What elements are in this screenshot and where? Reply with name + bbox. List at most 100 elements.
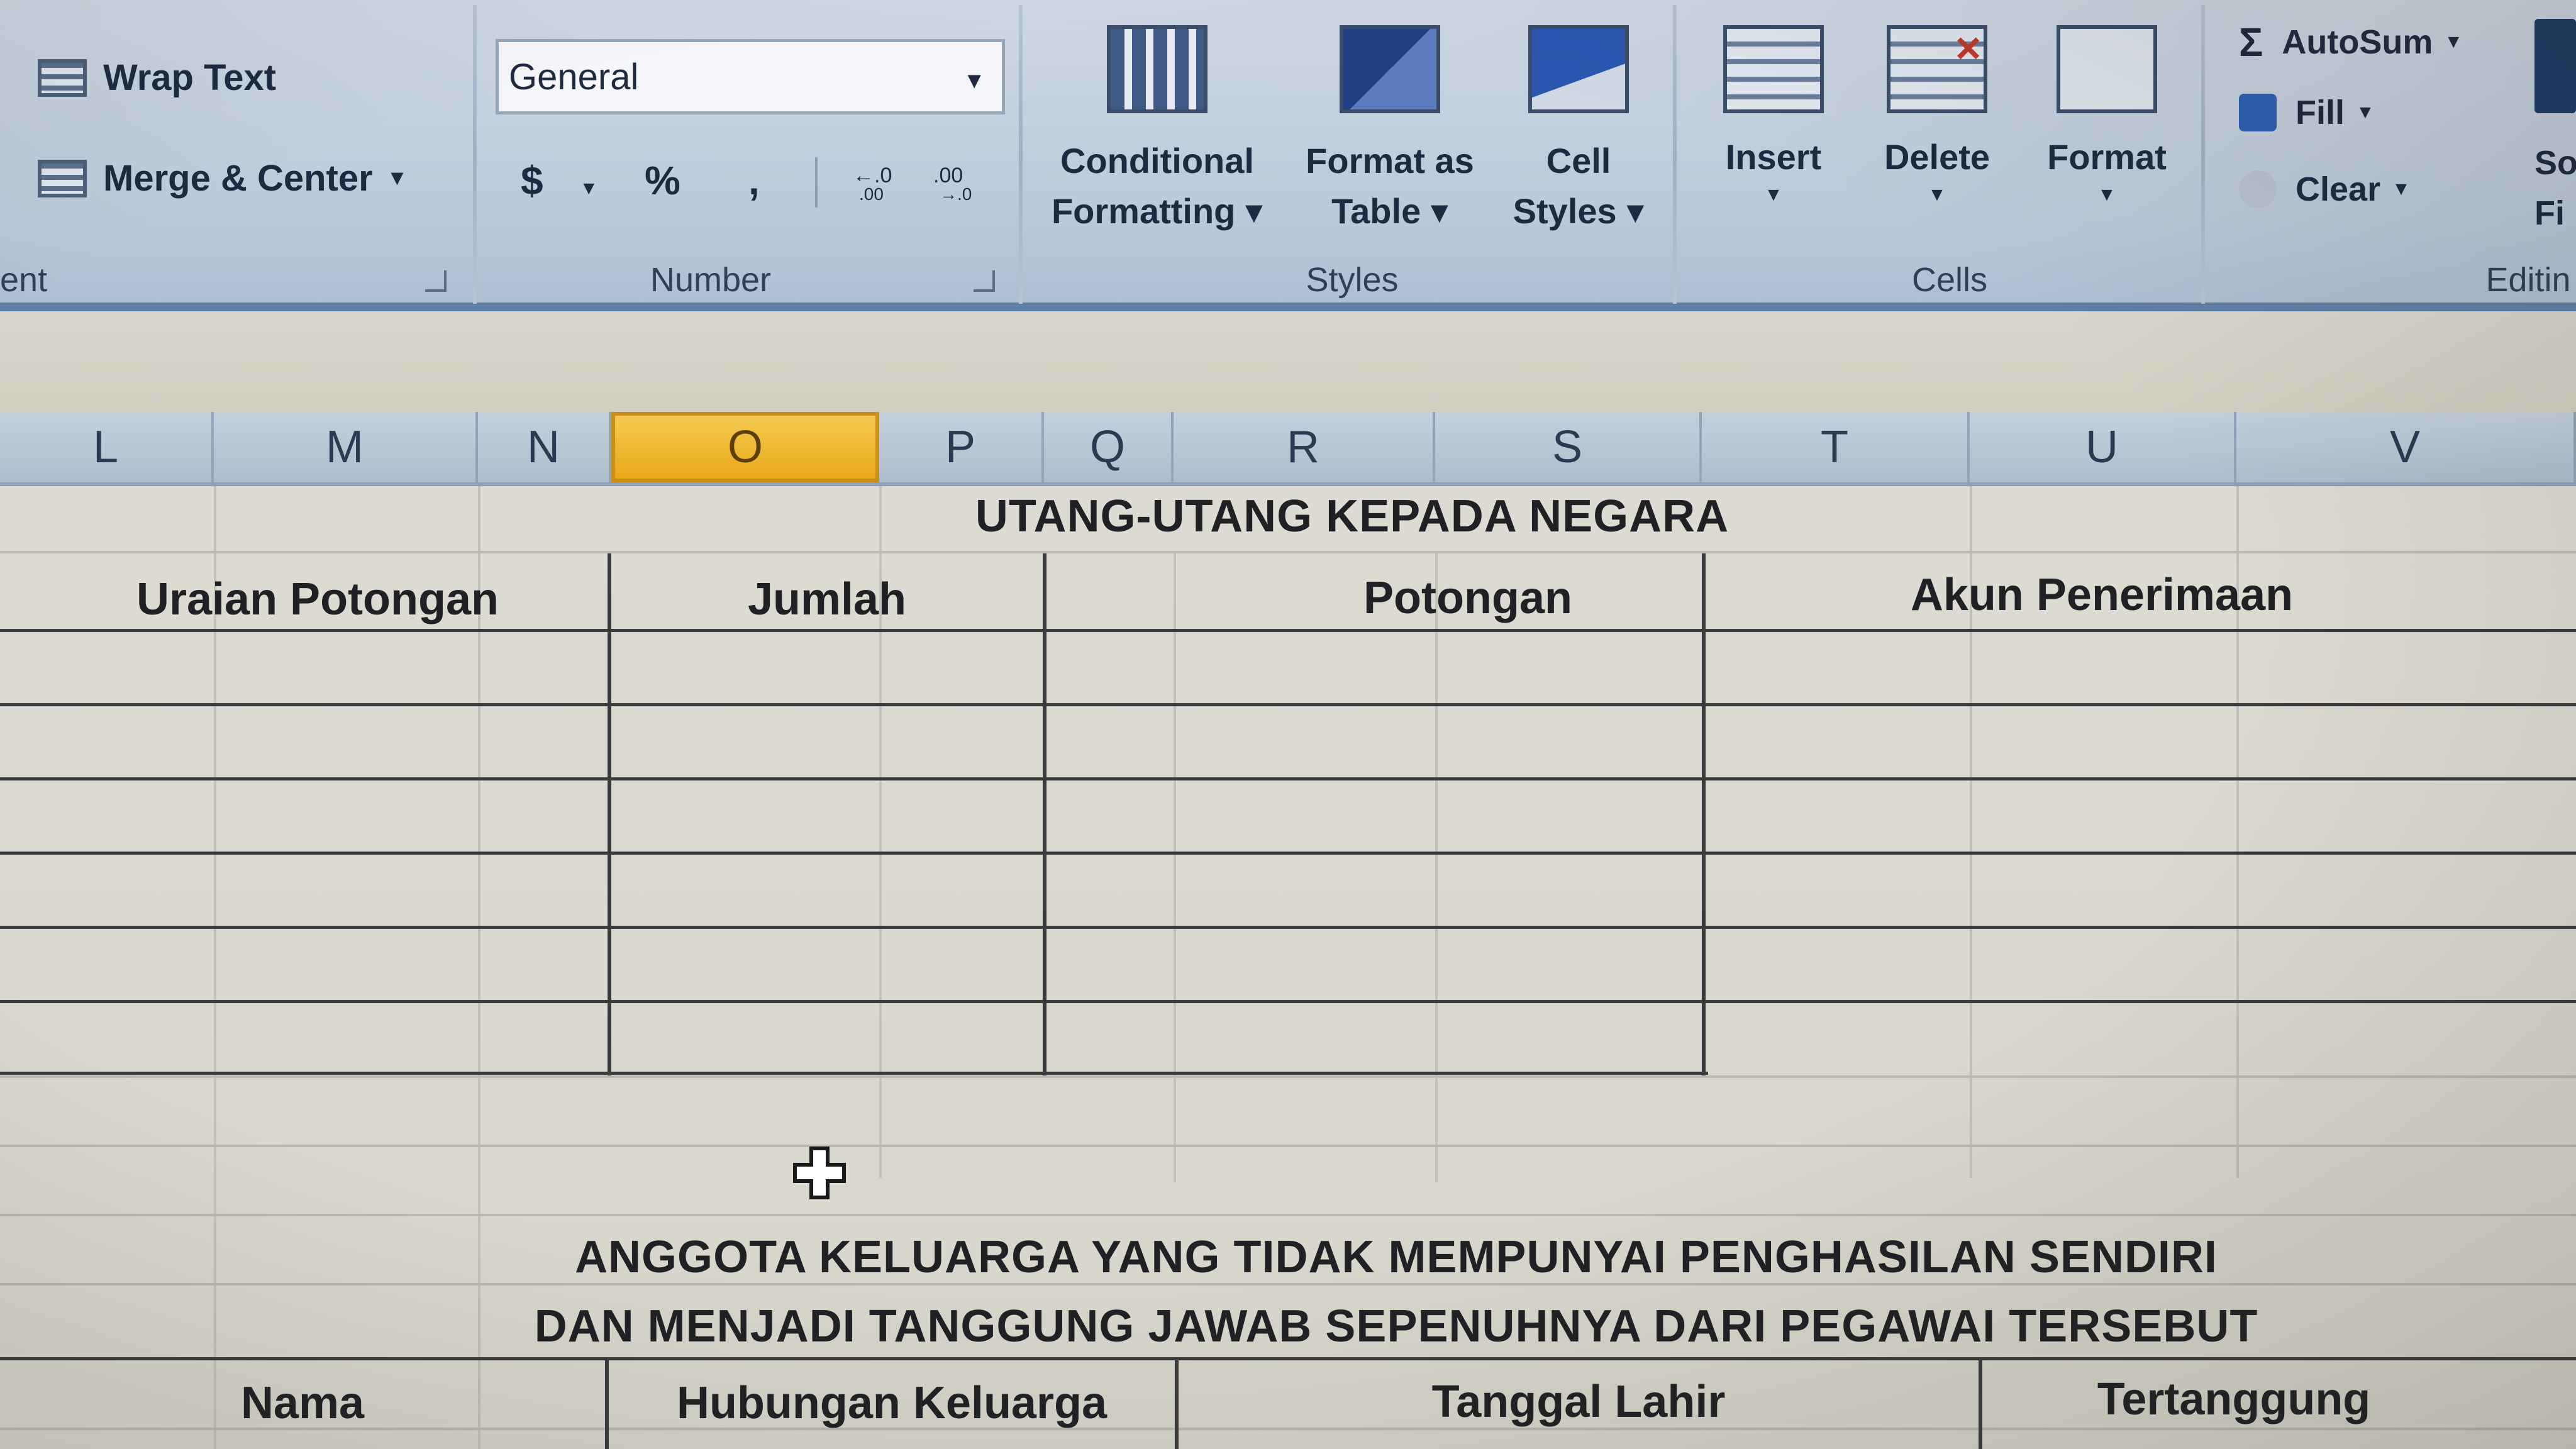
table-row[interactable] (0, 780, 2576, 852)
chevron-down-icon: ▼ (1764, 184, 1783, 205)
format-as-table-icon (1340, 25, 1440, 113)
sort-filter-label-2: Fi (2534, 194, 2565, 232)
svg-text:.00: .00 (859, 184, 884, 201)
delete-button[interactable]: × Delete ▼ (1862, 23, 2012, 208)
comma-button[interactable]: , (748, 157, 760, 204)
number-group-label: Number (650, 261, 772, 299)
sort-filter-icon[interactable] (2534, 19, 2576, 113)
insert-button[interactable]: Insert ▼ (1698, 25, 1849, 208)
fill-label: Fill (2296, 94, 2345, 131)
table1-header-uraian-potongan: Uraian Potongan (136, 574, 499, 625)
cells-group-label: Cells (1911, 261, 1988, 299)
autosum-label: AutoSum (2282, 23, 2433, 61)
table1-header-akun-penerimaan: Akun Penerimaan (1910, 570, 2294, 620)
gridline (0, 1075, 2576, 1078)
conditional-formatting-label-2: Formatting ▾ (1051, 191, 1263, 231)
delete-cells-icon: × (1887, 23, 1987, 113)
alignment-group-label: ent (0, 261, 48, 299)
alignment-dialog-launcher-icon[interactable] (425, 270, 447, 292)
chevron-down-icon: ▼ (963, 67, 985, 93)
chevron-down-icon: ▼ (386, 166, 408, 190)
table-row[interactable] (0, 632, 2576, 703)
table1-header-jumlah: Jumlah (747, 574, 907, 625)
table2-title-line1: ANGGOTA KELUARGA YANG TIDAK MEMPUNYAI PE… (575, 1232, 2218, 1282)
column-header-r[interactable]: R (1174, 412, 1435, 482)
table2-header-tanggal-lahir: Tanggal Lahir (1431, 1377, 1726, 1427)
table-row[interactable] (0, 929, 2576, 1000)
fill-button[interactable]: Fill ▼ (2239, 93, 2375, 132)
merge-center-label: Merge & Center (103, 158, 373, 199)
eraser-icon (2239, 170, 2277, 208)
number-format-value: General (509, 56, 639, 97)
column-header-v[interactable]: V (2236, 412, 2576, 482)
wrap-text-button[interactable]: Wrap Text (38, 57, 276, 99)
wrap-text-label: Wrap Text (103, 57, 277, 98)
formula-bar-area (0, 311, 2576, 412)
chevron-down-icon: ▼ (2444, 31, 2463, 52)
sigma-icon: Σ (2239, 19, 2263, 65)
wrap-text-icon (38, 58, 87, 97)
table2-header-tertanggung: Tertanggung (2097, 1374, 2371, 1424)
cell-styles-label-2: Styles ▾ (1513, 191, 1645, 231)
format-as-table-label-1: Format as (1306, 141, 1474, 180)
column-header-o[interactable]: O (611, 412, 879, 482)
clear-button[interactable]: Clear ▼ (2239, 170, 2411, 209)
insert-label: Insert (1725, 137, 1822, 177)
table-row[interactable] (0, 855, 2576, 926)
number-format-select[interactable]: General ▼ (496, 39, 1005, 114)
column-header-q[interactable]: Q (1044, 412, 1174, 482)
group-separator (473, 5, 477, 304)
table-border (0, 1072, 1708, 1075)
column-header-t[interactable]: T (1702, 412, 1970, 482)
table2-header-nama: Nama (240, 1378, 365, 1428)
format-as-table-label-2: Table ▾ (1331, 191, 1448, 231)
percent-button[interactable]: % (645, 157, 680, 204)
group-separator (2201, 5, 2205, 304)
chevron-down-icon: ▼ (2097, 184, 2116, 205)
conditional-formatting-button[interactable]: Conditional Formatting ▾ (1031, 25, 1283, 236)
cell-styles-icon (1528, 25, 1629, 113)
column-header-n[interactable]: N (478, 412, 611, 482)
column-header-l[interactable]: L (0, 412, 214, 482)
insert-cells-icon (1723, 25, 1824, 113)
chevron-down-icon: ▼ (2356, 102, 2375, 123)
column-header-row: L M N O P Q R S T U V (0, 412, 2576, 486)
divider (815, 157, 818, 208)
svg-text:→.0: →.0 (940, 184, 972, 201)
delete-label: Delete (1884, 137, 1990, 177)
currency-button[interactable]: $ ▼ (521, 157, 598, 204)
fill-icon (2239, 94, 2277, 131)
cell-styles-button[interactable]: Cell Styles ▾ (1497, 25, 1660, 236)
table2-header-hubungan-keluarga: Hubungan Keluarga (676, 1378, 1108, 1428)
column-header-p[interactable]: P (879, 412, 1044, 482)
table-row[interactable] (0, 1003, 2576, 1072)
column-header-s[interactable]: S (1435, 412, 1702, 482)
column-header-u[interactable]: U (1970, 412, 2236, 482)
format-label: Format (2047, 137, 2167, 177)
group-separator (1673, 5, 1677, 304)
gridline (0, 1145, 2576, 1147)
autosum-button[interactable]: Σ AutoSum ▼ (2239, 19, 2463, 65)
number-dialog-launcher-icon[interactable] (974, 270, 995, 292)
table2-title-line2: DAN MENJADI TANGGUNG JAWAB SEPENUHNYA DA… (534, 1301, 2258, 1352)
group-separator (1019, 5, 1023, 304)
merge-center-button[interactable]: Merge & Center ▼ (38, 157, 408, 199)
format-as-table-button[interactable]: Format as Table ▾ (1296, 25, 1484, 236)
gridline (0, 1214, 2576, 1216)
table1-title: UTANG-UTANG KEPADA NEGARA (975, 491, 1729, 541)
cell-styles-label-1: Cell (1546, 141, 1611, 180)
conditional-formatting-label-1: Conditional (1060, 141, 1254, 180)
editing-group-label: Editin (2485, 261, 2571, 299)
cell-select-cursor-icon (791, 1145, 848, 1201)
merge-center-icon (38, 159, 87, 197)
table-row[interactable] (0, 706, 2576, 777)
sort-filter-label-1: So (2534, 144, 2576, 182)
column-header-m[interactable]: M (214, 412, 478, 482)
ribbon: Wrap Text Merge & Center ▼ ent General ▼… (0, 0, 2576, 311)
gridline (0, 551, 2576, 553)
format-button[interactable]: Format ▼ (2025, 25, 2189, 208)
conditional-formatting-icon (1107, 25, 1208, 113)
styles-group-label: Styles (1306, 261, 1399, 299)
decrease-decimal-icon[interactable]: .00 →.0 (933, 157, 984, 204)
increase-decimal-icon[interactable]: ←.0.00 (853, 157, 903, 204)
